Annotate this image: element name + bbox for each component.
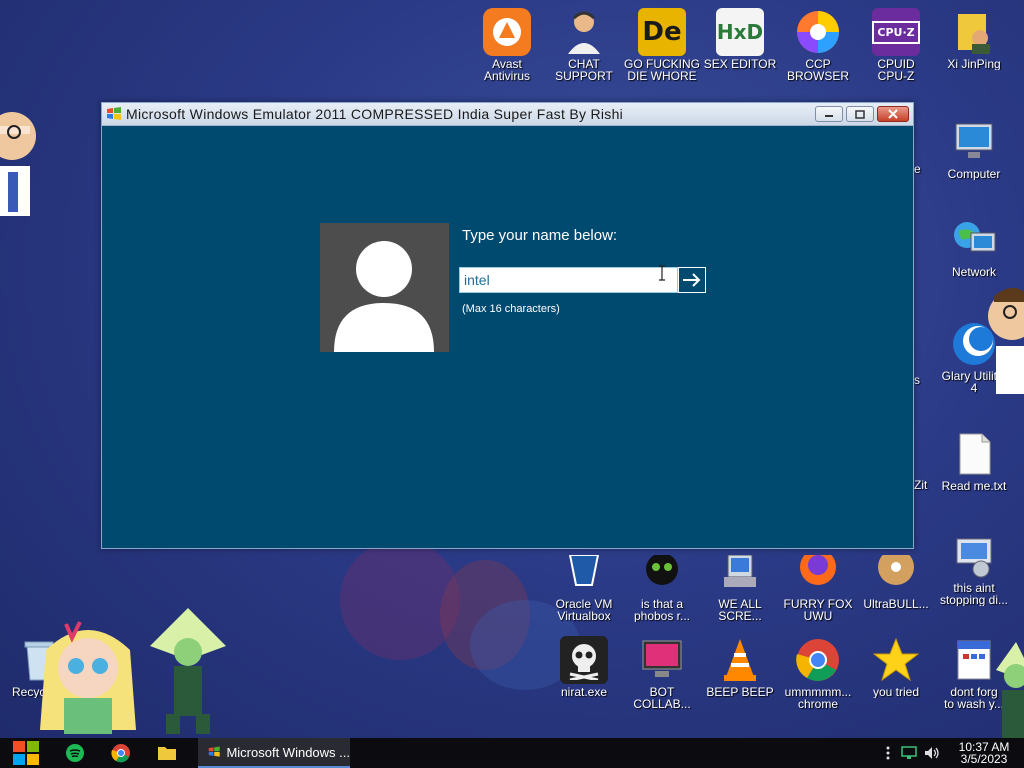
chrome-icon (111, 744, 130, 763)
desktop-icon-phobos[interactable]: is that a phobos r... (623, 548, 701, 622)
taskbar-pin-file-explorer[interactable] (144, 738, 190, 768)
skull-icon (560, 636, 608, 684)
text-cursor-icon (659, 265, 665, 281)
volume-tray-button[interactable] (920, 738, 944, 768)
desktop-icon-sex-editor[interactable]: HxD SEX EDITOR (701, 8, 779, 70)
desktop: Avast Antivirus CHAT SUPPORT De GO FUCKI… (0, 0, 1024, 738)
hxd-icon: HxD (716, 8, 764, 56)
emulator-window: Microsoft Windows Emulator 2011 COMPRESS… (101, 102, 914, 549)
disc-icon (872, 548, 920, 596)
user-silhouette-icon (334, 241, 434, 352)
maximize-icon (855, 109, 865, 119)
desktop-icon-this-aint[interactable]: this aint stopping di... (935, 532, 1013, 606)
cpuz-icon: CPU·Z (872, 8, 920, 56)
submit-name-button[interactable] (678, 267, 706, 293)
taskbar-pin-chrome[interactable] (98, 738, 144, 768)
computer-icon (950, 118, 998, 166)
window-title: Microsoft Windows Emulator 2011 COMPRESS… (126, 106, 624, 122)
spotify-icon (66, 744, 84, 762)
text-file-icon (950, 430, 998, 478)
desktop-icon-ccp-browser[interactable]: CCP BROWSER (779, 8, 857, 82)
desktop-icon-xi-jinping[interactable]: Xi JinPing (935, 8, 1013, 70)
taskbar-window-button[interactable]: Microsoft Windows ... (198, 738, 350, 768)
speaker-icon (925, 747, 939, 759)
vertical-dots-icon (886, 746, 890, 760)
chrome-icon (794, 636, 842, 684)
partial-label: s (914, 373, 920, 387)
taskbar-pin-spotify[interactable] (52, 738, 98, 768)
system-tray: 10:37 AM 3/5/2023 (878, 738, 1024, 768)
virtualbox-icon (560, 548, 608, 596)
avast-icon (483, 8, 531, 56)
network-monitor-icon (901, 746, 917, 759)
windows-flag-icon (208, 746, 220, 757)
cartoon-character-peridot (146, 606, 230, 738)
desktop-icon-we-all[interactable]: WE ALL SCRE... (701, 548, 779, 622)
desktop-icon-ultrabull[interactable]: UltraBULL... (857, 548, 935, 610)
desktop-icon-chat-support[interactable]: CHAT SUPPORT (545, 8, 623, 82)
desktop-icon-beep-beep[interactable]: BEEP BEEP (701, 636, 779, 698)
firefox-icon (794, 548, 842, 596)
cartoon-character-star (36, 610, 140, 738)
cartoon-character-hank-right (986, 282, 1024, 394)
taskbar: Microsoft Windows ... 10:37 AM 3/5/2023 (0, 738, 1024, 768)
desktop-icon-avast[interactable]: Avast Antivirus (468, 8, 546, 82)
window-titlebar[interactable]: Microsoft Windows Emulator 2011 COMPRESS… (102, 103, 913, 126)
desktop-icon-readme[interactable]: Read me.txt (935, 430, 1013, 492)
desktop-icon-nirat[interactable]: nirat.exe (545, 636, 623, 698)
star-icon (872, 636, 920, 684)
desktop-icon-gofck[interactable]: De GO FUCKING DIE WHORE (623, 8, 701, 82)
browser-icon (794, 8, 842, 56)
die-icon: De (638, 8, 686, 56)
close-icon (888, 109, 898, 119)
alien-app-icon (638, 548, 686, 596)
arrow-right-icon (683, 273, 701, 287)
desktop-icon-you-tried[interactable]: you tried (857, 636, 935, 698)
start-button[interactable] (0, 738, 52, 768)
desktop-icon-oracle[interactable]: Oracle VM Virtualbox (545, 548, 623, 622)
minimize-button[interactable] (815, 106, 843, 122)
network-icon (950, 216, 998, 264)
desktop-icon-chrome[interactable]: ummmmm... chrome (779, 636, 857, 710)
clock-date: 3/5/2023 (960, 752, 1008, 766)
folder-icon (158, 747, 176, 760)
network-tray-button[interactable] (898, 738, 920, 768)
support-person-icon (560, 8, 608, 56)
minimize-icon (825, 115, 833, 117)
close-button[interactable] (877, 106, 909, 122)
name-prompt: Type your name below: (462, 227, 618, 244)
taskbar-window-label: Microsoft Windows ... (226, 744, 350, 760)
windows-logo-icon (13, 741, 39, 765)
taskbar-clock[interactable]: 10:37 AM 3/5/2023 (944, 741, 1024, 765)
windows-flag-icon (107, 107, 121, 120)
desktop-icon-bot-collab[interactable]: BOT COLLAB... (623, 636, 701, 710)
cartoon-character-peridot-right (986, 640, 1024, 738)
partial-label: Zit (914, 478, 928, 492)
vlc-cone-icon (716, 636, 764, 684)
installer-icon (950, 532, 998, 580)
desktop-icon-cpuz[interactable]: CPU·Z CPUID CPU-Z (857, 8, 935, 82)
user-avatar (320, 223, 449, 352)
desktop-icon-computer[interactable]: Computer (935, 118, 1013, 180)
partial-label: e (914, 162, 921, 176)
name-entry (459, 267, 706, 293)
folder-icon (950, 8, 998, 56)
show-hidden-icons-button[interactable] (878, 738, 898, 768)
cartoon-character-hank (0, 106, 36, 216)
maximize-button[interactable] (846, 106, 874, 122)
monitor-icon (638, 636, 686, 684)
setup-icon (716, 548, 764, 596)
desktop-icon-furry-fox[interactable]: FURRY FOX UWU (779, 548, 857, 622)
name-input[interactable] (459, 267, 678, 293)
max-characters-note: (Max 16 characters) (462, 303, 560, 315)
desktop-icon-network[interactable]: Network (935, 216, 1013, 278)
